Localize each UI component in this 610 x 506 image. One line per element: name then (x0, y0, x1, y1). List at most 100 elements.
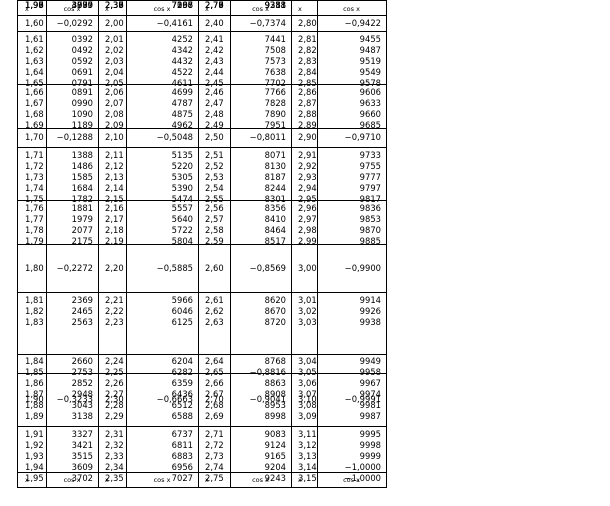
cos-cell: 9685 (359, 120, 381, 130)
table-row: 1,81 2369 2,21 5966 2,61 8620 3,01 9914 (18, 295, 386, 306)
table-row: 1,76 1881 2,16 5557 2,56 8356 2,96 9836 (18, 203, 386, 214)
cos-cell: −0,2272 (56, 263, 93, 273)
cos-cell: 9455 (359, 34, 381, 44)
x-cell: 1,92 (25, 440, 44, 450)
x-cell: 2,43 (205, 56, 224, 66)
cos-cell: −0,8569 (249, 263, 286, 273)
cos-cell: 5966 (171, 295, 193, 305)
cos-cell: 8998 (264, 411, 286, 421)
table-row: 1,72 1486 2,12 5220 2,52 8130 2,92 9755 (18, 161, 386, 172)
cos-cell: 9914 (359, 295, 381, 305)
x-cell: 2,00 (105, 18, 124, 28)
x-cell: 1,81 (25, 295, 44, 305)
cos-cell: 9949 (359, 356, 381, 366)
cos-cell: 2563 (71, 317, 93, 327)
x-cell: 1,83 (25, 317, 44, 327)
table-row: 1,60 −0,0292 2,00 −0,4161 2,40 −0,7374 2,80 −0,… (18, 18, 386, 29)
x-cell: 1,70 (25, 132, 44, 142)
x-cell: 2,21 (105, 295, 124, 305)
x-cell: 1,73 (25, 172, 44, 182)
x-cell: 1,68 (25, 109, 44, 119)
cos-cell: 2852 (71, 378, 93, 388)
x-cell: 2,54 (205, 183, 224, 193)
row-divider (18, 147, 386, 148)
x-cell: 2,99 (298, 236, 317, 246)
cos-cell: 0492 (71, 45, 93, 55)
cos-cell: 0691 (71, 67, 93, 77)
cos-cell: 3421 (71, 440, 93, 450)
cos-cell: 9549 (359, 67, 381, 77)
x-cell: 1,79 (25, 236, 44, 246)
cos-cell: 9083 (264, 429, 286, 439)
x-cell: 2,75 (205, 473, 224, 483)
x-cell: 3,10 (298, 394, 317, 404)
cos-cell: 4962 (171, 120, 193, 130)
cos-cell: 6046 (171, 306, 193, 316)
x-cell: 1,89 (25, 411, 44, 421)
cos-cell: 0392 (71, 34, 93, 44)
cos-cell: −0,9041 (249, 394, 286, 404)
x-cell: 2,39 (105, 0, 124, 10)
cos-cell: 5722 (171, 225, 193, 235)
cos-cell: 6588 (171, 411, 193, 421)
row-divider (18, 200, 386, 201)
x-cell: 2,17 (105, 214, 124, 224)
cos-cell: 9660 (359, 109, 381, 119)
x-cell: 2,83 (298, 56, 317, 66)
cos-cell: 9998 (359, 440, 381, 450)
cos-cell: 1189 (71, 120, 93, 130)
row-divider (18, 292, 386, 293)
table-row: 1,99 4070 2,39 7306 2,79 9388 (18, 0, 386, 11)
cos-cell: 1585 (71, 172, 93, 182)
table-row: 1,82 2465 2,22 6046 2,62 8670 3,02 9926 (18, 306, 386, 317)
cos-cell: 8244 (264, 183, 286, 193)
cos-cell: −0,5048 (156, 132, 193, 142)
cos-cell: 8517 (264, 236, 286, 246)
x-cell: 2,71 (205, 429, 224, 439)
table-row: 1,63 0592 2,03 4432 2,43 7573 2,83 9519 (18, 56, 386, 67)
cos-cell: 7951 (264, 120, 286, 130)
cos-cell: 4787 (171, 98, 193, 108)
cos-cell: 6204 (171, 356, 193, 366)
table-row: 1,83 2563 2,23 6125 2,63 8720 3,03 9938 (18, 317, 386, 328)
x-cell: 2,48 (205, 109, 224, 119)
x-cell: 1,63 (25, 56, 44, 66)
x-cell: 3,03 (298, 317, 317, 327)
cos-cell: 4875 (171, 109, 193, 119)
cos-cell: 8768 (264, 356, 286, 366)
x-cell: 3,01 (298, 295, 317, 305)
cos-cell: 6737 (171, 429, 193, 439)
cos-cell: 8187 (264, 172, 286, 182)
cos-cell: −0,7374 (249, 18, 286, 28)
cos-cell: 8670 (264, 306, 286, 316)
x-cell: 3,06 (298, 378, 317, 388)
cos-cell: −0,3233 (56, 394, 93, 404)
cos-cell: 8356 (264, 203, 286, 213)
cos-cell: 1388 (71, 150, 93, 160)
x-cell: 2,69 (205, 411, 224, 421)
cos-cell: 8464 (264, 225, 286, 235)
row-divider (18, 426, 386, 427)
cos-cell: 1486 (71, 161, 93, 171)
cos-cell: 8410 (264, 214, 286, 224)
row-divider (18, 354, 386, 355)
cos-cell: 2660 (71, 356, 93, 366)
row-divider (18, 15, 386, 16)
table-row: 1,68 1090 2,08 4875 2,48 7890 2,88 9660 (18, 109, 386, 120)
row-divider (18, 244, 386, 245)
x-cell: 3,13 (298, 451, 317, 461)
x-cell: 3,04 (298, 356, 317, 366)
x-cell: 2,61 (205, 295, 224, 305)
cos-cell: 9519 (359, 56, 381, 66)
cos-cell: 3327 (71, 429, 93, 439)
cos-cell: 8130 (264, 161, 286, 171)
cos-cell: 9926 (359, 306, 381, 316)
cos-cell: 9853 (359, 214, 381, 224)
cos-cell: 5135 (171, 150, 193, 160)
cos-cell: 3138 (71, 411, 93, 421)
cos-cell: 9777 (359, 172, 381, 182)
table-row: 1,78 2077 2,18 5722 2,58 8464 2,98 9870 (18, 225, 386, 236)
cos-cell: 5390 (171, 183, 193, 193)
cos-cell: 7766 (264, 87, 286, 97)
x-cell: 2,29 (105, 411, 124, 421)
